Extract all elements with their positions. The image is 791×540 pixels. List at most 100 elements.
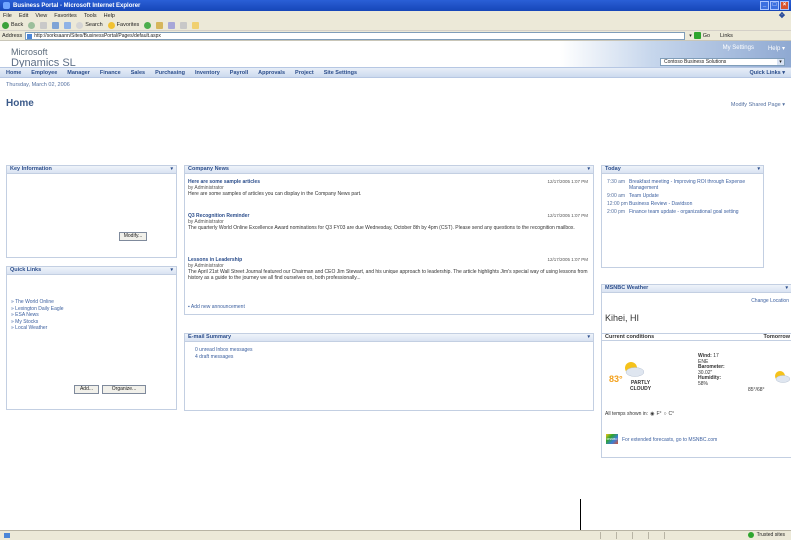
nav-purchasing[interactable]: Purchasing — [155, 70, 185, 76]
status-bar: Trusted sites — [0, 530, 791, 540]
links-button[interactable]: Links — [720, 33, 733, 39]
nav-finance[interactable]: Finance — [100, 70, 121, 76]
menu-view[interactable]: View — [35, 13, 47, 19]
address-label: Address — [2, 32, 23, 39]
news-article: Q3 Recognition Reminder by Administrator… — [188, 213, 588, 231]
status-segment — [600, 532, 615, 539]
nav-inventory[interactable]: Inventory — [195, 70, 220, 76]
history-icon[interactable] — [156, 21, 164, 29]
nav-approvals[interactable]: Approvals — [258, 70, 285, 76]
event-title[interactable]: Business Review - Davidson — [629, 201, 754, 207]
article-body: Here are some samples of articles you ca… — [188, 191, 362, 197]
go-button[interactable]: Go — [703, 33, 710, 39]
msnbc-forecast-link[interactable]: For extended forecasts, go to MSNBC.com — [622, 437, 717, 443]
window-titlebar: Business Portal - Microsoft Internet Exp… — [0, 0, 791, 11]
modify-button[interactable]: Modify... — [119, 232, 147, 241]
event-title[interactable]: Team Update — [629, 193, 754, 199]
menu-file[interactable]: File — [3, 13, 12, 19]
event-row: 9:00 am Team Update — [607, 193, 757, 199]
nav-manager[interactable]: Manager — [67, 70, 90, 76]
modify-shared-page-link[interactable]: Modify Shared Page ▾ — [731, 102, 785, 108]
unread-messages-link[interactable]: 0 unread Inbox messages — [195, 347, 253, 354]
print-icon[interactable] — [180, 21, 188, 29]
nav-home[interactable]: Home — [6, 70, 21, 76]
weather-condition: PARTLY CLOUDY — [630, 380, 652, 392]
back-button[interactable]: Back — [2, 21, 23, 29]
maximize-button[interactable]: □ — [770, 1, 779, 10]
nav-site-settings[interactable]: Site Settings — [324, 70, 357, 76]
trusted-sites-icon — [747, 532, 754, 538]
refresh-icon[interactable] — [52, 21, 60, 29]
event-title[interactable]: Finance team update - organizational goa… — [629, 209, 754, 215]
news-article: Here are some sample articles by Adminis… — [188, 179, 588, 197]
add-link-button[interactable]: Add... — [74, 385, 99, 394]
search-icon — [76, 21, 84, 29]
nav-employee[interactable]: Employee — [31, 70, 57, 76]
webpart-menu-icon[interactable]: ▾ — [587, 334, 590, 341]
webpart-menu-icon[interactable]: ▾ — [785, 285, 788, 292]
fahrenheit-radio[interactable]: ◉ — [650, 411, 654, 417]
event-row: 2:00 pm Finance team update - organizati… — [607, 209, 757, 215]
address-dropdown-icon[interactable]: ▾ — [689, 33, 692, 39]
chevron-down-icon: ▾ — [777, 59, 784, 65]
menu-favorites[interactable]: Favorites — [54, 13, 77, 19]
mail-icon[interactable] — [168, 21, 176, 29]
nav-quick-links[interactable]: Quick Links ▾ — [750, 70, 785, 76]
nav-sales[interactable]: Sales — [131, 70, 145, 76]
change-location-link[interactable]: Change Location — [751, 298, 789, 304]
favorites-button[interactable]: Favorites — [107, 21, 139, 29]
weather-details: Wind: 17 ENE Barometer: 30.02" Humidity:… — [698, 353, 725, 387]
add-announcement-link[interactable]: ▪ Add new announcement — [188, 304, 245, 310]
go-area: ▾ Go Links — [689, 32, 733, 39]
stop-icon[interactable] — [40, 21, 48, 29]
organize-button[interactable]: Organize... — [102, 385, 146, 394]
news-article: Lessons in Leadership by Administrator T… — [188, 257, 588, 281]
ie-icon — [3, 2, 10, 9]
quick-links-header: Quick Links ▾ — [7, 267, 176, 275]
window-controls: _ □ × — [760, 1, 789, 10]
help-link[interactable]: Help ▾ — [768, 45, 785, 52]
close-button[interactable]: × — [780, 1, 789, 10]
forward-arrow-icon[interactable] — [28, 21, 36, 29]
event-row: 7:30 am Breakfast meeting - Improving RO… — [607, 179, 757, 191]
go-icon[interactable] — [693, 32, 701, 39]
menu-help[interactable]: Help — [104, 13, 115, 19]
page-icon — [27, 33, 33, 39]
window-title: Business Portal - Microsoft Internet Exp… — [13, 2, 141, 9]
weather-city: Kihei, HI — [605, 313, 640, 323]
webpart-menu-icon[interactable]: ▾ — [587, 166, 590, 173]
webpart-menu-icon[interactable]: ▾ — [757, 166, 760, 173]
menu-tools[interactable]: Tools — [84, 13, 97, 19]
quick-link-item[interactable]: » Local Weather — [11, 325, 64, 332]
event-title[interactable]: Breakfast meeting - Improving ROI throug… — [629, 179, 754, 191]
webpart-menu-icon[interactable]: ▾ — [170, 267, 173, 274]
my-settings-link[interactable]: My Settings — [723, 45, 754, 52]
draft-messages-link[interactable]: 4 draft messages — [195, 354, 253, 361]
home-icon[interactable] — [64, 21, 72, 29]
celsius-radio[interactable]: ○ — [664, 411, 667, 417]
tomorrow-weather-icon — [775, 371, 790, 383]
address-bar: Address http://sorksaann/Sites/BusinessP… — [0, 31, 791, 41]
key-information-header: Key Information ▾ — [7, 166, 176, 174]
company-select[interactable]: Contoso Business Solutions ▾ — [660, 58, 785, 66]
webpart-menu-icon[interactable]: ▾ — [170, 166, 173, 173]
event-row: 12:00 pm Business Review - Davidson — [607, 201, 757, 207]
folder-icon[interactable] — [192, 21, 200, 29]
today-events: 7:30 am Breakfast meeting - Improving RO… — [607, 179, 757, 215]
menu-edit[interactable]: Edit — [19, 13, 28, 19]
media-icon[interactable] — [144, 21, 152, 29]
status-segment — [664, 532, 679, 539]
msnbc-logo-icon: MSNBC — [606, 434, 618, 444]
address-input[interactable]: http://sorksaann/Sites/BusinessPortal/Pa… — [25, 31, 686, 40]
email-summary-header: E-mail Summary ▾ — [185, 334, 593, 342]
nav-payroll[interactable]: Payroll — [230, 70, 248, 76]
windows-logo-icon: ❖ — [778, 11, 786, 20]
search-button[interactable]: Search — [76, 21, 103, 29]
minimize-button[interactable]: _ — [760, 1, 769, 10]
nav-project[interactable]: Project — [295, 70, 314, 76]
today-header: Today ▾ — [602, 166, 763, 174]
article-date: 12/17/2005 1:07 PM — [547, 257, 588, 262]
status-segment — [632, 532, 647, 539]
weather-webpart: MSNBC Weather ▾ Change Location Kihei, H… — [601, 284, 791, 458]
article-date: 12/17/2005 1:07 PM — [547, 213, 588, 218]
